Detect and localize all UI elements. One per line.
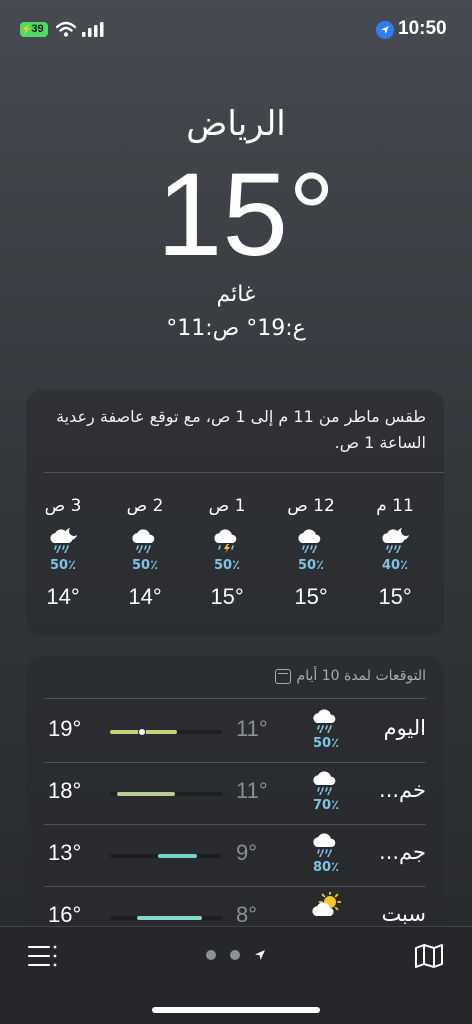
cloud-moon-rain-icon [360, 526, 430, 558]
precipitation-chance: 40٪ [381, 558, 409, 573]
precipitation-chance: 50٪ [213, 558, 241, 573]
location-arrow-icon [376, 21, 394, 39]
hour-column: 3 ص 50٪ 14° [28, 496, 98, 610]
current-condition: غائم [216, 282, 256, 307]
day-high-temperature: 13° [48, 840, 82, 865]
hour-time: 12 ص [287, 496, 335, 516]
sun-cloud-icon [306, 890, 346, 923]
day-high-temperature: 19° [48, 716, 82, 741]
temperature-range-bar [110, 792, 222, 796]
hour-temperature: 14° [46, 584, 80, 609]
hour-time: 3 ص [44, 496, 82, 516]
high-low-temperature: ع:19° ص:11° [166, 316, 306, 341]
hour-column: 1 ص 50٪ 15° [192, 496, 262, 610]
day-low-temperature: 11° [236, 716, 268, 741]
temperature-range-fill [136, 916, 202, 920]
hour-temperature: 15° [378, 584, 412, 609]
precipitation-chance: 50٪ [49, 558, 77, 573]
map-icon[interactable] [414, 943, 444, 969]
day-high-temperature: 18° [48, 778, 82, 803]
temperature-range-bar [110, 728, 222, 736]
day-high-temperature: 16° [48, 902, 82, 927]
temperature-range-bar [110, 854, 222, 858]
forecast-summary: طقس ماطر من 11 م إلى 1 ص، مع توقع عاصفة … [56, 407, 426, 452]
day-name: جم... [379, 840, 426, 864]
precipitation-chance: 80٪ [312, 860, 340, 875]
cloud-rain-icon [110, 526, 180, 558]
status-bar: ⚡ 39 10:50 [0, 0, 472, 60]
page-dot[interactable] [230, 950, 240, 960]
hour-temperature: 14° [128, 584, 162, 609]
cellular-signal-icon [82, 22, 104, 37]
temperature-range-fill [116, 792, 175, 796]
hour-time: 11 م [376, 496, 414, 516]
city-name: الرياض [186, 104, 286, 144]
bottom-toolbar [0, 926, 472, 1024]
day-low-temperature: 11° [236, 778, 268, 803]
cloud-rain-icon [276, 526, 346, 558]
precipitation-chance: 70٪ [312, 798, 340, 813]
cloud-rain-icon: 50٪ [306, 706, 346, 751]
current-location-page-icon[interactable] [254, 949, 266, 961]
hour-temperature: 15° [294, 584, 328, 609]
precipitation-chance: 50٪ [312, 736, 340, 751]
temperature-range-fill [158, 854, 198, 858]
hourly-forecast-card[interactable]: طقس ماطر من 11 م إلى 1 ص، مع توقع عاصفة … [26, 390, 444, 636]
hour-temperature: 15° [210, 584, 244, 609]
day-name: خم... [379, 778, 426, 802]
page-dot[interactable] [206, 950, 216, 960]
wifi-icon [56, 21, 76, 37]
hour-time: 2 ص [126, 496, 164, 516]
day-row[interactable]: خم... 70٪ 11° 18° [44, 762, 426, 825]
day-row[interactable]: جم... 80٪ 9° 13° [44, 824, 426, 887]
list-icon[interactable] [28, 945, 58, 967]
status-time: 10:50 [398, 18, 447, 39]
divider [44, 472, 444, 473]
precipitation-chance: 50٪ [297, 558, 325, 573]
precipitation-chance: 50٪ [131, 558, 159, 573]
hour-column: 11 م 40٪ 15° [360, 496, 430, 610]
cloud-moon-rain-icon [28, 526, 98, 558]
day-name: سبت [381, 902, 426, 926]
daily-forecast-title: التوقعات لمدة 10 أيام [296, 668, 426, 684]
cloud-rain-icon: 80٪ [306, 830, 346, 875]
battery-indicator: ⚡ 39 [20, 22, 48, 37]
current-temperature-marker [138, 728, 147, 736]
day-low-temperature: 9° [236, 840, 258, 865]
day-row[interactable]: اليوم 50٪ 11° 19° [44, 700, 426, 763]
cloud-bolt-rain-icon [192, 526, 262, 558]
calendar-icon [274, 668, 291, 684]
cloud-rain-icon: 70٪ [306, 768, 346, 813]
divider [44, 698, 426, 699]
daily-forecast-header: التوقعات لمدة 10 أيام [274, 668, 426, 684]
hour-column: 2 ص 50٪ 14° [110, 496, 180, 610]
current-temperature: 15° [156, 149, 336, 281]
home-indicator[interactable] [152, 1007, 320, 1013]
temperature-range-bar [110, 916, 222, 920]
hour-time: 1 ص [208, 496, 246, 516]
daily-forecast-card[interactable]: التوقعات لمدة 10 أيام اليوم 50٪ 11° 19° خم..… [26, 656, 444, 956]
day-name: اليوم [383, 716, 426, 740]
day-low-temperature: 8° [236, 902, 258, 927]
hour-column: 12 ص 50٪ 15° [276, 496, 346, 610]
page-indicator[interactable] [206, 949, 266, 961]
charging-icon: ⚡ [21, 24, 33, 34]
